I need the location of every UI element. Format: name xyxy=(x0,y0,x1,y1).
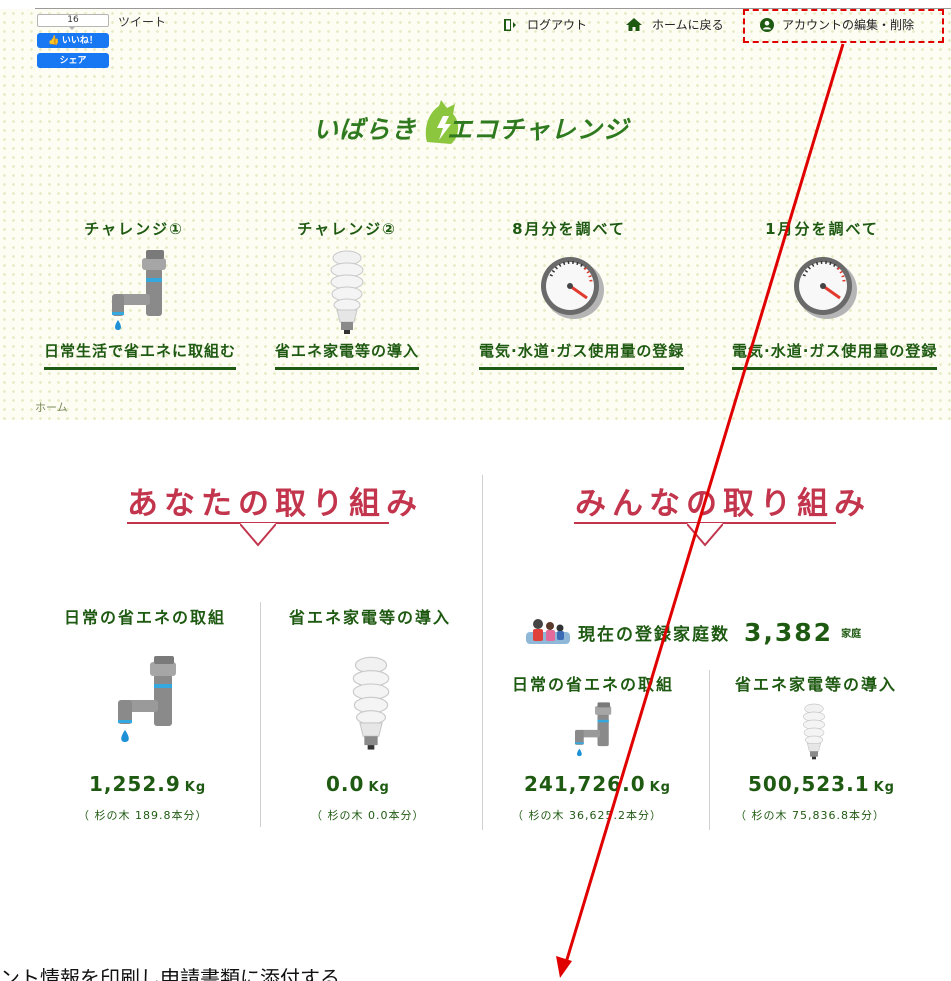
facebook-like-button[interactable]: 👍 いいね！ xyxy=(37,33,109,48)
challenge-link[interactable]: 電気·水道·ガス使用量の登録 xyxy=(732,340,938,370)
challenge-title: 8月分を調べて xyxy=(512,220,626,238)
logout-link[interactable]: ログアウト xyxy=(503,16,587,33)
annotation-highlight-box xyxy=(743,9,944,43)
led-bulb-icon xyxy=(352,656,390,750)
everyone-efforts-notch xyxy=(687,523,723,547)
challenge-link[interactable]: 電気·水道·ガス使用量の登録 xyxy=(479,340,685,370)
challenge-card-1[interactable]: チャレンジ① 日常生活で省エネに取組む xyxy=(44,218,237,370)
facebook-share-button[interactable]: シェア xyxy=(37,53,109,68)
faucet-icon xyxy=(575,702,612,757)
logout-label: ログアウト xyxy=(527,18,588,32)
logout-icon xyxy=(504,18,516,31)
facebook-like-count: 16 xyxy=(37,14,109,30)
registered-households: 現在の登録家庭数 3,382 家庭 xyxy=(524,616,861,648)
section-divider xyxy=(482,475,483,830)
everyone-appliance-cedar-equivalent: （ 杉の木 75,836.8本分） xyxy=(735,809,885,822)
challenge-link[interactable]: 省エネ家電等の導入 xyxy=(274,340,419,370)
led-bulb-icon xyxy=(803,703,825,760)
logo-text-part1: いばらき xyxy=(313,115,418,144)
households-count: 3,382 xyxy=(744,617,834,647)
your-appliance-co2-value: 0.0 Kg xyxy=(326,772,390,796)
your-efforts-notch xyxy=(240,523,276,547)
home-link[interactable]: ホームに戻る xyxy=(626,16,724,33)
instruction-text: ント情報を印刷し申請書類に添付する xyxy=(0,966,340,981)
faucet-icon xyxy=(118,656,176,742)
logo-text-part2: エコチャレンジ xyxy=(447,115,629,144)
family-on-sofa-icon xyxy=(526,619,570,644)
home-icon xyxy=(626,18,642,31)
everyone-daily-cedar-equivalent: （ 杉の木 36,625.2本分） xyxy=(512,809,662,822)
your-daily-cedar-equivalent: （ 杉の木 189.8本分） xyxy=(78,809,208,822)
everyone-daily-title: 日常の省エネの取組 xyxy=(512,675,675,694)
everyone-efforts-title: みんなの取り組み xyxy=(575,486,871,522)
everyone-appliance-title: 省エネ家電等の導入 xyxy=(735,675,898,694)
challenge-card-3[interactable]: 8月分を調べて 電気·水道·ガス使用量の登録 xyxy=(479,218,685,370)
faucet-icon xyxy=(112,250,166,330)
challenge-title: チャレンジ② xyxy=(297,220,397,238)
tweet-link[interactable]: ツイート xyxy=(118,13,166,30)
meter-icon xyxy=(541,257,604,319)
everyone-column-divider xyxy=(709,670,710,830)
your-appliance-title: 省エネ家電等の導入 xyxy=(289,608,452,627)
your-daily-co2-value: 1,252.9 Kg xyxy=(89,772,207,796)
your-appliance-cedar-equivalent: （ 杉の木 0.0本分） xyxy=(311,809,425,822)
households-unit: 家庭 xyxy=(841,628,862,640)
challenge-title: チャレンジ① xyxy=(84,220,184,238)
challenge-title: 1月分を調べて xyxy=(765,220,879,238)
home-label: ホームに戻る xyxy=(652,18,724,32)
everyone-daily-co2-value: 241,726.0 Kg xyxy=(524,772,671,796)
breadcrumb-home[interactable]: ホーム xyxy=(35,399,68,415)
site-logo[interactable]: いばらき エコチャレンジ xyxy=(313,98,653,148)
your-daily-title: 日常の省エネの取組 xyxy=(64,608,227,627)
households-label: 現在の登録家庭数 xyxy=(578,624,730,645)
your-efforts-title: あなたの取り組み xyxy=(127,486,423,522)
facebook-like-label: いいね！ xyxy=(61,35,98,45)
everyone-appliance-co2-value: 500,523.1 Kg xyxy=(748,772,895,796)
challenge-link[interactable]: 日常生活で省エネに取組む xyxy=(44,340,237,370)
challenge-card-4[interactable]: 1月分を調べて 電気·水道·ガス使用量の登録 xyxy=(732,218,938,370)
meter-icon xyxy=(794,257,857,319)
led-bulb-icon xyxy=(330,250,364,334)
thumbs-up-icon: 👍 xyxy=(48,35,60,45)
your-column-divider xyxy=(260,602,261,827)
challenge-card-2[interactable]: チャレンジ② 省エネ家電等の導入 xyxy=(257,218,437,370)
